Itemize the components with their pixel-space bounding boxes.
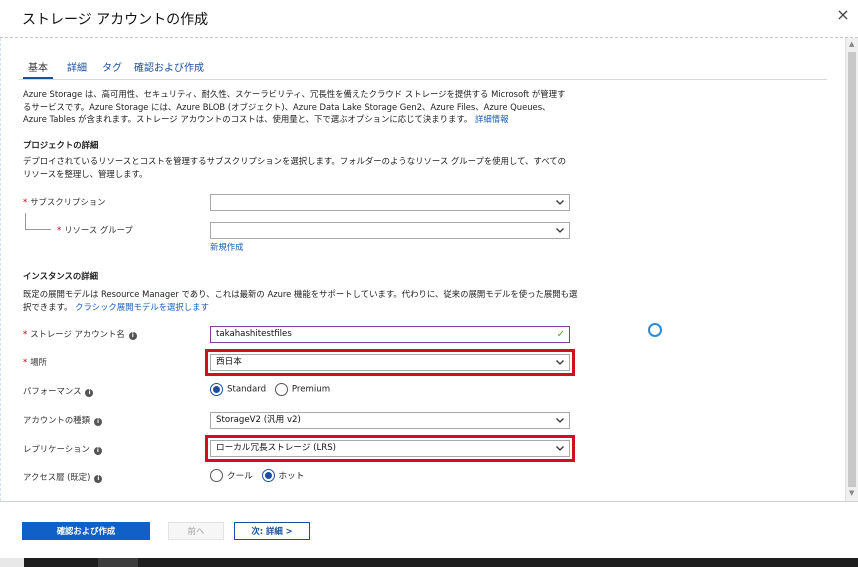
tab-basics[interactable]: 基本 <box>28 59 48 74</box>
chevron-down-icon <box>556 446 564 451</box>
chevron-down-icon <box>556 360 564 365</box>
taskbar <box>0 558 858 567</box>
resource-group-label: * リソース グループ <box>57 225 133 235</box>
instance-description: 既定の展開モデルは Resource Manager であり、これは最新の Az… <box>23 289 578 312</box>
info-icon[interactable]: i <box>94 418 102 426</box>
previous-button[interactable]: 前へ <box>168 522 224 540</box>
performance-option-standard[interactable]: Standard <box>210 383 266 396</box>
review-create-button[interactable]: 確認および作成 <box>22 522 150 540</box>
classic-deployment-link[interactable]: クラシック展開モデルを選択します <box>75 302 209 312</box>
tree-connector <box>25 229 51 230</box>
form-panel: 基本 詳細 タグ 確認および作成 Azure Storage は、高可用性、セキ… <box>0 38 845 501</box>
account-name-label: * ストレージ アカウント名 i <box>23 328 137 340</box>
create-new-resource-group-link[interactable]: 新規作成 <box>210 241 244 253</box>
tab-review-create[interactable]: 確認および作成 <box>134 59 204 74</box>
resource-group-dropdown[interactable] <box>210 222 570 239</box>
info-icon[interactable]: i <box>128 332 137 340</box>
performance-radio-group: Standard Premium <box>210 383 336 396</box>
access-tier-option-hot[interactable]: ホット <box>261 469 304 482</box>
tab-divider <box>19 79 827 80</box>
required-marker: * <box>23 357 28 367</box>
radio-button[interactable] <box>210 469 223 482</box>
project-description: デプロイされているリソースとコストを管理するサブスクリプションを選択します。フォ… <box>23 156 567 179</box>
taskbar-segment <box>98 558 138 567</box>
loading-spinner-icon <box>648 323 662 337</box>
radio-button[interactable] <box>274 383 288 396</box>
subscription-dropdown[interactable] <box>210 194 570 211</box>
required-marker: * <box>23 197 28 207</box>
chevron-down-icon <box>556 418 564 423</box>
replication-label: レプリケーション i <box>23 443 102 455</box>
account-kind-label: アカウントの種類 i <box>23 414 102 426</box>
access-tier-label: アクセス層 (既定) i <box>23 471 103 483</box>
scroll-up-icon[interactable]: ▲ <box>849 40 854 48</box>
page-title: ストレージ アカウントの作成 <box>22 12 209 28</box>
access-tier-radio-group: クール ホット <box>210 469 310 482</box>
tab-tags[interactable]: タグ <box>102 59 122 74</box>
chevron-down-icon <box>556 200 564 205</box>
taskbar-segment <box>0 558 24 567</box>
account-kind-dropdown[interactable]: StorageV2 (汎用 v2) <box>210 412 570 429</box>
close-icon[interactable]: × <box>834 6 852 24</box>
subscription-label: * サブスクリプション <box>23 197 106 207</box>
checkmark-icon: ✓ <box>556 329 565 340</box>
replication-dropdown[interactable]: ローカル冗長ストレージ (LRS) <box>205 435 575 462</box>
radio-button-selected[interactable] <box>210 383 223 396</box>
location-dropdown[interactable]: 西日本 <box>205 349 575 376</box>
access-tier-option-cool[interactable]: クール <box>210 469 253 482</box>
intro-paragraph: Azure Storage は、高可用性、セキュリティ、耐久性、スケーラビリティ… <box>23 88 573 126</box>
scrollbar-thumb[interactable] <box>848 52 856 487</box>
learn-more-link[interactable]: 詳細情報 <box>475 114 509 124</box>
blade-header: ストレージ アカウントの作成 × <box>0 0 858 38</box>
performance-option-premium[interactable]: Premium <box>274 383 330 396</box>
tree-connector <box>25 213 26 229</box>
project-details-heading: プロジェクトの詳細 <box>23 140 99 150</box>
instance-details-heading: インスタンスの詳細 <box>23 271 99 281</box>
info-icon[interactable]: i <box>93 447 102 455</box>
radio-button-selected[interactable] <box>261 469 275 482</box>
scroll-down-icon[interactable]: ▼ <box>849 489 854 497</box>
storage-account-name-input[interactable]: takahashitestfiles ✓ <box>210 326 570 343</box>
required-marker: * <box>57 225 62 235</box>
performance-label: パフォーマンス i <box>23 385 94 397</box>
vertical-scrollbar[interactable]: ▲ ▼ <box>845 38 858 501</box>
chevron-down-icon <box>556 228 564 233</box>
tab-advanced[interactable]: 詳細 <box>67 59 87 74</box>
next-advanced-button[interactable]: 次: 詳細 > <box>234 522 310 540</box>
info-icon[interactable]: i <box>94 475 103 483</box>
required-marker: * <box>23 329 28 339</box>
info-icon[interactable]: i <box>85 389 94 397</box>
blade-footer: 確認および作成 前へ 次: 詳細 > <box>0 501 858 558</box>
location-label: * 場所 <box>23 357 47 367</box>
